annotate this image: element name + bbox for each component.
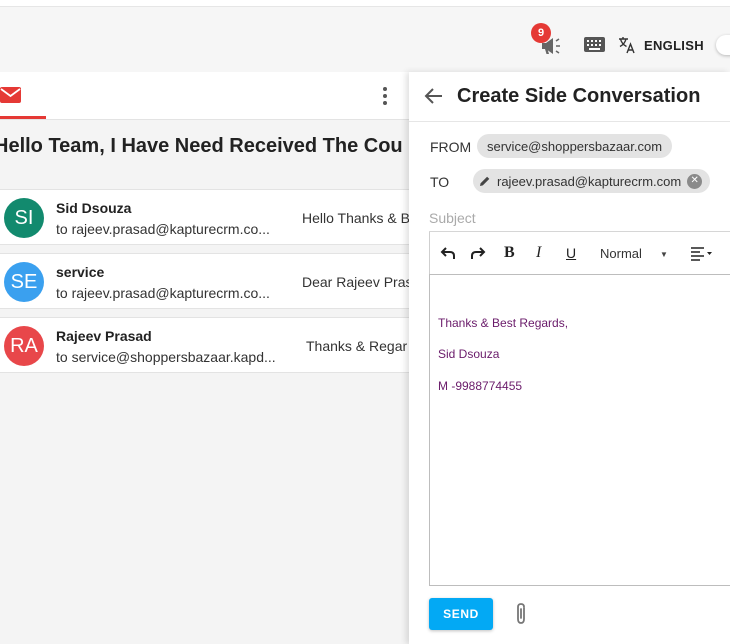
paperclip-icon[interactable] <box>513 602 529 626</box>
to-chip[interactable]: rajeev.prasad@kapturecrm.com ✕ <box>473 169 711 193</box>
conversation-item[interactable]: RA Rajeev Prasad to service@shoppersbaza… <box>0 317 410 373</box>
conversation-item[interactable]: SI Sid Dsouza to rajeev.prasad@kapturecr… <box>0 189 410 245</box>
back-arrow-icon[interactable] <box>424 86 444 106</box>
signature-line: Thanks & Best Regards, <box>438 316 569 330</box>
signature-line: Sid Dsouza <box>438 347 500 361</box>
format-select[interactable]: Normal <box>600 244 642 262</box>
recipient: to rajeev.prasad@kapturecrm.co... <box>56 221 270 237</box>
edit-pencil-icon[interactable] <box>479 175 491 187</box>
recipient: to rajeev.prasad@kapturecrm.co... <box>56 285 270 301</box>
panel-title: Create Side Conversation <box>457 85 701 107</box>
editor-toolbar: B I U Normal ▼ <box>429 232 730 274</box>
redo-icon[interactable] <box>470 244 486 262</box>
to-label: TO <box>430 174 450 190</box>
status-toggle[interactable] <box>716 35 730 55</box>
bold-icon[interactable]: B <box>504 244 515 262</box>
panel-header: Create Side Conversation <box>409 72 730 122</box>
top-divider <box>0 6 730 7</box>
remove-recipient-icon[interactable]: ✕ <box>687 173 703 189</box>
message-editor[interactable]: Thanks & Best Regards, Sid Dsouza M -998… <box>429 274 730 586</box>
sender-name: Sid Dsouza <box>56 200 132 216</box>
conversation-item[interactable]: SE service to rajeev.prasad@kapturecrm.c… <box>0 253 410 309</box>
translate-icon[interactable] <box>618 36 636 54</box>
side-conversation-panel: Create Side Conversation FROM service@sh… <box>409 72 730 644</box>
avatar: SE <box>4 262 44 302</box>
ticket-subject: Hello Team, I Have Need Received The Cou <box>0 135 403 157</box>
chevron-down-icon[interactable]: ▼ <box>660 245 668 263</box>
sender-name: Rajeev Prasad <box>56 328 152 344</box>
from-label: FROM <box>430 139 472 155</box>
subject-input[interactable] <box>429 205 730 232</box>
conversation-list-pane: Hello Team, I Have Need Received The Cou… <box>0 72 410 644</box>
avatar: SI <box>4 198 44 238</box>
send-button[interactable]: SEND <box>429 598 493 630</box>
language-selector[interactable]: ENGLISH <box>644 38 704 53</box>
underline-icon[interactable]: U <box>566 244 576 262</box>
signature-line: M -9988774455 <box>438 379 523 393</box>
mail-icon[interactable] <box>0 86 22 104</box>
undo-icon[interactable] <box>440 244 456 262</box>
keyboard-icon[interactable] <box>584 37 605 52</box>
sender-name: service <box>56 264 105 280</box>
message-preview: Thanks & Regar <box>306 338 408 354</box>
avatar: RA <box>4 326 44 366</box>
more-options-icon[interactable] <box>378 85 392 107</box>
top-bar: 9 ENGLISH <box>0 0 730 72</box>
from-chip[interactable]: service@shoppersbazaar.com <box>477 134 673 158</box>
notification-badge: 9 <box>531 23 551 43</box>
message-preview: Hello Thanks & B <box>302 210 410 226</box>
align-icon[interactable] <box>690 244 714 262</box>
message-preview: Dear Rajeev Pras <box>302 274 410 290</box>
italic-icon[interactable]: I <box>536 244 541 262</box>
active-tab-indicator <box>0 116 46 119</box>
recipient: to service@shoppersbazaar.kapd... <box>56 349 276 365</box>
channel-tabs <box>0 72 410 120</box>
to-chip-label: rajeev.prasad@kapturecrm.com <box>497 173 682 189</box>
